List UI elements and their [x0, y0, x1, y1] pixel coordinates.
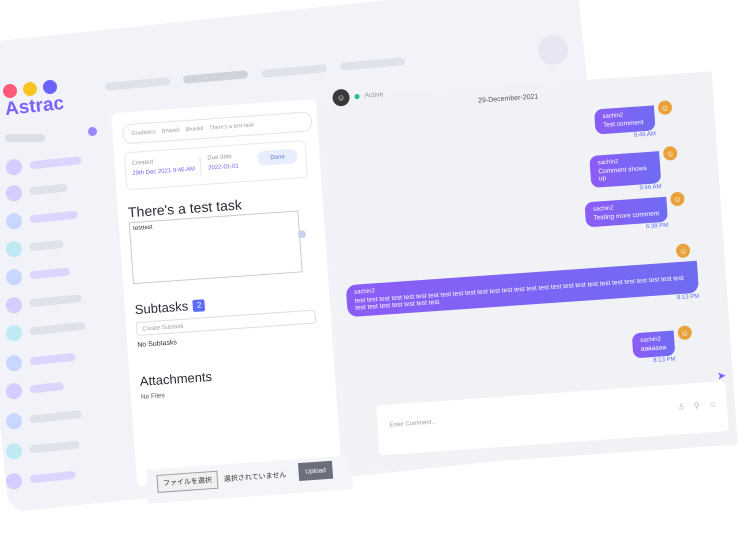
no-subtasks-text: No Subtasks [137, 339, 178, 349]
attachments-heading: Attachments [139, 368, 213, 389]
breadcrumb: Gradistics Bhaskil Bhaskil There's a tes… [121, 111, 313, 145]
message-avatar: ☺ [675, 243, 691, 259]
sidebar-item-icon [5, 472, 23, 490]
no-file-selected-text: 選択されていません [223, 471, 287, 484]
sidebar-item-icon [5, 240, 23, 258]
comment-tools: ♙ ⚲ ☺ [677, 400, 717, 412]
due-date-label: Due date [207, 153, 233, 162]
sidebar-item-icon [5, 382, 23, 400]
sidebar-item-icon [5, 354, 23, 372]
chat-message: sachin2 test test test test test test te… [345, 243, 700, 324]
upload-button[interactable]: Upload [297, 460, 334, 482]
sidebar-item-icon [5, 296, 23, 314]
grammar-icon[interactable] [297, 229, 307, 239]
maximize-dot[interactable] [43, 80, 57, 94]
sidebar-header-placeholder [5, 134, 45, 142]
message-avatar: ☺ [669, 191, 685, 207]
comment-placeholder: Enter Comment... [389, 419, 437, 429]
message-avatar: ☺ [677, 325, 693, 341]
due-date-value[interactable]: 2022-01-01 [208, 163, 239, 171]
sidebar-item-icon [5, 158, 23, 176]
user-avatar[interactable]: ☺ [331, 88, 351, 107]
mention-icon[interactable]: ♙ [677, 402, 685, 411]
task-modal: Gradistics Bhaskil Bhaskil There's a tes… [100, 54, 748, 517]
sidebar-item-icon [5, 212, 23, 230]
chat-message: sachin2 Comment shows up 9:46 AM ☺ [589, 145, 678, 195]
sidebar-indicator [88, 127, 97, 136]
upload-bar: ファイルを選択 選択されていません Upload [146, 455, 353, 504]
sidebar-item-icon [5, 324, 23, 342]
breadcrumb-item[interactable]: Gradistics [131, 129, 156, 137]
file-input[interactable]: ファイルを選択 選択されていません [156, 466, 287, 493]
chat-message: sachin2 Test comment 9:46 AM ☺ [594, 100, 673, 141]
created-label: Created [131, 159, 154, 167]
sidebar-item-icon [5, 412, 23, 430]
sidebar-item-icon [5, 184, 23, 202]
screen: Astrac Gradistics Bhaskil Bhaskil There'… [0, 0, 748, 538]
minimize-dot[interactable] [23, 82, 37, 96]
choose-file-button[interactable]: ファイルを選択 [156, 470, 219, 493]
done-button[interactable]: Done [257, 148, 299, 167]
message-text: Test comment [602, 119, 644, 129]
created-value: 29th Dec 2021 9:46 AM [132, 166, 196, 177]
emoji-icon[interactable]: ☺ [708, 400, 717, 410]
breadcrumb-item[interactable]: Bhaskil [185, 126, 203, 133]
message-author: sachin2 [640, 336, 662, 344]
sidebar-item-icon [5, 442, 23, 460]
status-text: Active [364, 91, 384, 100]
no-files-text: No Files [140, 392, 166, 401]
close-dot[interactable] [3, 84, 17, 98]
chat-status: ☺ Active [331, 86, 384, 107]
message-text: aaaaaaa [640, 344, 667, 353]
chat-message: sachin2 aaaaaaa 8:13 PM ☺ [631, 325, 693, 366]
sidebar-item-icon [5, 268, 23, 286]
breadcrumb-item: There's a test task [209, 122, 255, 132]
chat-message: sachin2 Testing more comment 6:38 PM ☺ [584, 191, 685, 235]
description-textarea[interactable]: testtest [128, 210, 303, 285]
comments-panel: ☺ Active ◷ ⚇ 🗑 ✕ 29-December-2021 sachin… [322, 71, 738, 472]
task-details-panel: Gradistics Bhaskil Bhaskil There's a tes… [111, 98, 353, 504]
message-text: Comment shows up [598, 165, 647, 183]
subtasks-heading: Subtasks 2 [134, 297, 206, 317]
message-avatar: ☺ [662, 145, 678, 161]
attach-icon[interactable]: ⚲ [694, 401, 700, 410]
comment-input[interactable]: Enter Comment... ♙ ⚲ ☺ [376, 381, 729, 456]
profile-placeholder[interactable] [538, 35, 568, 65]
active-indicator [354, 93, 360, 100]
message-avatar: ☺ [657, 100, 673, 116]
task-meta: Created 29th Dec 2021 9:46 AM Due date 2… [123, 139, 309, 191]
subtasks-count-badge: 2 [192, 298, 206, 312]
breadcrumb-item[interactable]: Bhaskil [162, 128, 180, 135]
chat-date: 29-December-2021 [477, 93, 539, 105]
